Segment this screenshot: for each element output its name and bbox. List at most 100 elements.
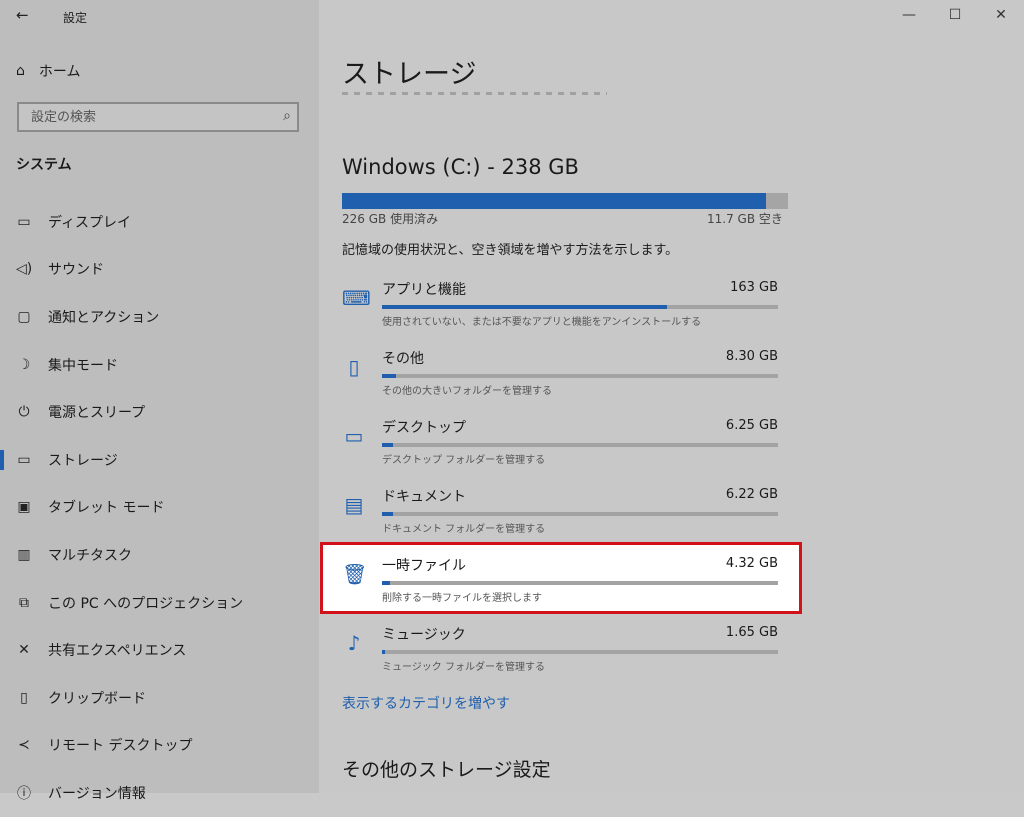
display-icon: ▭ xyxy=(17,213,31,230)
documents-icon: ▤ xyxy=(344,493,364,517)
other-icon: ▯ xyxy=(348,355,360,379)
shared-icon: ✕ xyxy=(18,642,30,659)
storage-icon: ▭ xyxy=(17,451,31,468)
category-size: 6.22 GB xyxy=(725,487,778,502)
sidebar-item-label: 通知とアクション xyxy=(48,309,160,326)
category-subtext: ミュージック フォルダーを管理する xyxy=(382,662,545,673)
category-usage-bar xyxy=(382,443,778,447)
close-icon[interactable]: ✕ xyxy=(978,0,1024,30)
sidebar: ← 設定 ⌂ ホーム ⌕ システム ▭ ディスプレイ ◁) サウンド ▢ 通知とアクシ… xyxy=(0,0,319,802)
category-size: 6.25 GB xyxy=(725,418,778,433)
storage-category-row[interactable]: ♪ ミュージック 1.65 GB ミュージック フォルダーを管理する xyxy=(342,623,782,692)
section-title: システム xyxy=(16,157,72,173)
page-title: ストレージ xyxy=(342,59,477,90)
music-icon: ♪ xyxy=(347,631,361,655)
storage-description: 記憶域の使用状況と、空き領域を増やす方法を示します。 xyxy=(342,243,679,258)
category-usage-fill xyxy=(382,374,396,378)
trash-icon: 🗑 xyxy=(342,562,368,586)
sidebar-item-label: ディスプレイ xyxy=(48,214,132,231)
category-subtext: ドキュメント フォルダーを管理する xyxy=(382,524,546,535)
keyboard-icon: ⌨ xyxy=(342,286,371,310)
projection-icon: ⧉ xyxy=(19,594,29,611)
window-title: 設定 xyxy=(63,11,88,25)
category-usage-bar xyxy=(382,305,778,309)
category-name: その他 xyxy=(382,351,424,367)
speaker-icon: ◁) xyxy=(16,261,33,278)
category-size: 8.30 GB xyxy=(725,349,778,364)
sidebar-item-label: この PC へのプロジェクション xyxy=(48,595,244,612)
sidebar-item-shared[interactable]: ✕ 共有エクスペリエンス xyxy=(0,626,319,674)
maximize-icon[interactable]: ☐ xyxy=(932,0,978,30)
back-arrow-icon[interactable]: ← xyxy=(16,6,29,24)
home-icon: ⌂ xyxy=(16,63,25,79)
sidebar-item-sound[interactable]: ◁) サウンド xyxy=(0,246,319,294)
category-subtext: デスクトップ フォルダーを管理する xyxy=(382,455,546,466)
power-icon: ⏻ xyxy=(18,404,30,421)
category-usage-bar xyxy=(382,581,778,585)
storage-category-row[interactable]: ▯ その他 8.30 GB その他の大きいフォルダーを管理する xyxy=(342,347,782,416)
sidebar-item-storage[interactable]: ▭ ストレージ xyxy=(0,436,319,484)
storage-category-row[interactable]: ▭ デスクトップ 6.25 GB デスクトップ フォルダーを管理する xyxy=(342,416,782,485)
multitask-icon: ▥ xyxy=(17,546,31,563)
category-usage-fill xyxy=(382,581,390,585)
category-usage-bar xyxy=(382,650,778,654)
sidebar-item-clipboard[interactable]: ▯ クリップボード xyxy=(0,674,319,722)
drive-title: Windows (C:) - 238 GB xyxy=(342,155,579,179)
category-usage-bar xyxy=(382,512,778,516)
category-subtext: その他の大きいフォルダーを管理する xyxy=(382,386,552,397)
free-label: 11.7 GB 空き xyxy=(707,212,783,226)
drive-usage-bar xyxy=(342,193,788,209)
sidebar-item-power[interactable]: ⏻ 電源とスリープ xyxy=(0,388,319,436)
minimize-icon[interactable]: — xyxy=(886,0,932,30)
category-usage-fill xyxy=(382,512,393,516)
category-list: ⌨ アプリと機能 163 GB 使用されていない、または不要なアプリと機能をアンインス… xyxy=(342,278,782,692)
storage-category-row[interactable]: ▤ ドキュメント 6.22 GB ドキュメント フォルダーを管理する xyxy=(342,485,782,554)
sidebar-item-label: サウンド xyxy=(48,262,104,279)
divider xyxy=(342,92,607,95)
settings-window: ← 設定 ⌂ ホーム ⌕ システム ▭ ディスプレイ ◁) サウンド ▢ 通知とアクシ… xyxy=(0,0,1024,802)
category-size: 1.65 GB xyxy=(725,625,778,640)
category-usage-bar xyxy=(382,374,778,378)
window-controls: — ☐ ✕ xyxy=(886,0,1024,30)
sidebar-item-label: クリップボード xyxy=(48,690,146,707)
sidebar-nav: ▭ ディスプレイ ◁) サウンド ▢ 通知とアクション ☽ 集中モード ⏻ 電源とスリープ… xyxy=(0,198,319,817)
tablet-icon: ▣ xyxy=(17,499,31,516)
storage-category-row[interactable]: 🗑 一時ファイル 4.32 GB 削除する一時ファイルを選択します xyxy=(342,554,782,623)
storage-category-row[interactable]: ⌨ アプリと機能 163 GB 使用されていない、または不要なアプリと機能をアンインス… xyxy=(342,278,782,347)
category-name: デスクトップ xyxy=(382,420,466,436)
category-name: アプリと機能 xyxy=(382,282,466,298)
clipboard-icon: ▯ xyxy=(20,689,28,706)
category-usage-fill xyxy=(382,305,668,309)
home-nav-item[interactable]: ⌂ ホーム xyxy=(16,61,80,81)
used-label: 226 GB 使用済み xyxy=(342,212,439,226)
sidebar-item-label: 集中モード xyxy=(48,357,118,374)
moon-icon: ☽ xyxy=(17,356,31,373)
category-name: ミュージック xyxy=(382,627,466,643)
category-subtext: 使用されていない、または不要なアプリと機能をアンインストールする xyxy=(382,317,702,328)
category-subtext: 削除する一時ファイルを選択します xyxy=(382,593,542,604)
sidebar-item-display[interactable]: ▭ ディスプレイ xyxy=(0,198,319,246)
sidebar-item-label: タブレット モード xyxy=(48,500,165,517)
sidebar-item-focus[interactable]: ☽ 集中モード xyxy=(0,341,319,389)
sidebar-item-projection[interactable]: ⧉ この PC へのプロジェクション xyxy=(0,579,319,627)
category-usage-fill xyxy=(382,650,386,654)
sidebar-item-label: マルチタスク xyxy=(48,547,132,564)
sidebar-item-multitask[interactable]: ▥ マルチタスク xyxy=(0,531,319,579)
category-name: 一時ファイル xyxy=(382,558,466,574)
desktop-icon: ▭ xyxy=(344,424,364,448)
sidebar-item-tablet[interactable]: ▣ タブレット モード xyxy=(0,484,319,532)
sidebar-item-notifications[interactable]: ▢ 通知とアクション xyxy=(0,293,319,341)
sidebar-item-label: 共有エクスペリエンス xyxy=(48,643,187,660)
sidebar-item-label: 電源とスリープ xyxy=(48,405,146,422)
more-categories-link[interactable]: 表示するカテゴリを増やす xyxy=(342,693,510,713)
category-usage-fill xyxy=(382,443,393,447)
sidebar-item-remote[interactable]: ≺ リモート デスクトップ xyxy=(0,722,319,770)
remote-icon: ≺ xyxy=(18,737,30,754)
search-box[interactable]: ⌕ xyxy=(17,102,299,132)
sidebar-item-label: リモート デスクトップ xyxy=(48,738,193,755)
search-input[interactable] xyxy=(29,109,273,126)
category-name: ドキュメント xyxy=(382,489,466,505)
search-icon[interactable]: ⌕ xyxy=(283,108,291,124)
category-size: 4.32 GB xyxy=(725,556,778,571)
category-size: 163 GB xyxy=(730,280,778,295)
